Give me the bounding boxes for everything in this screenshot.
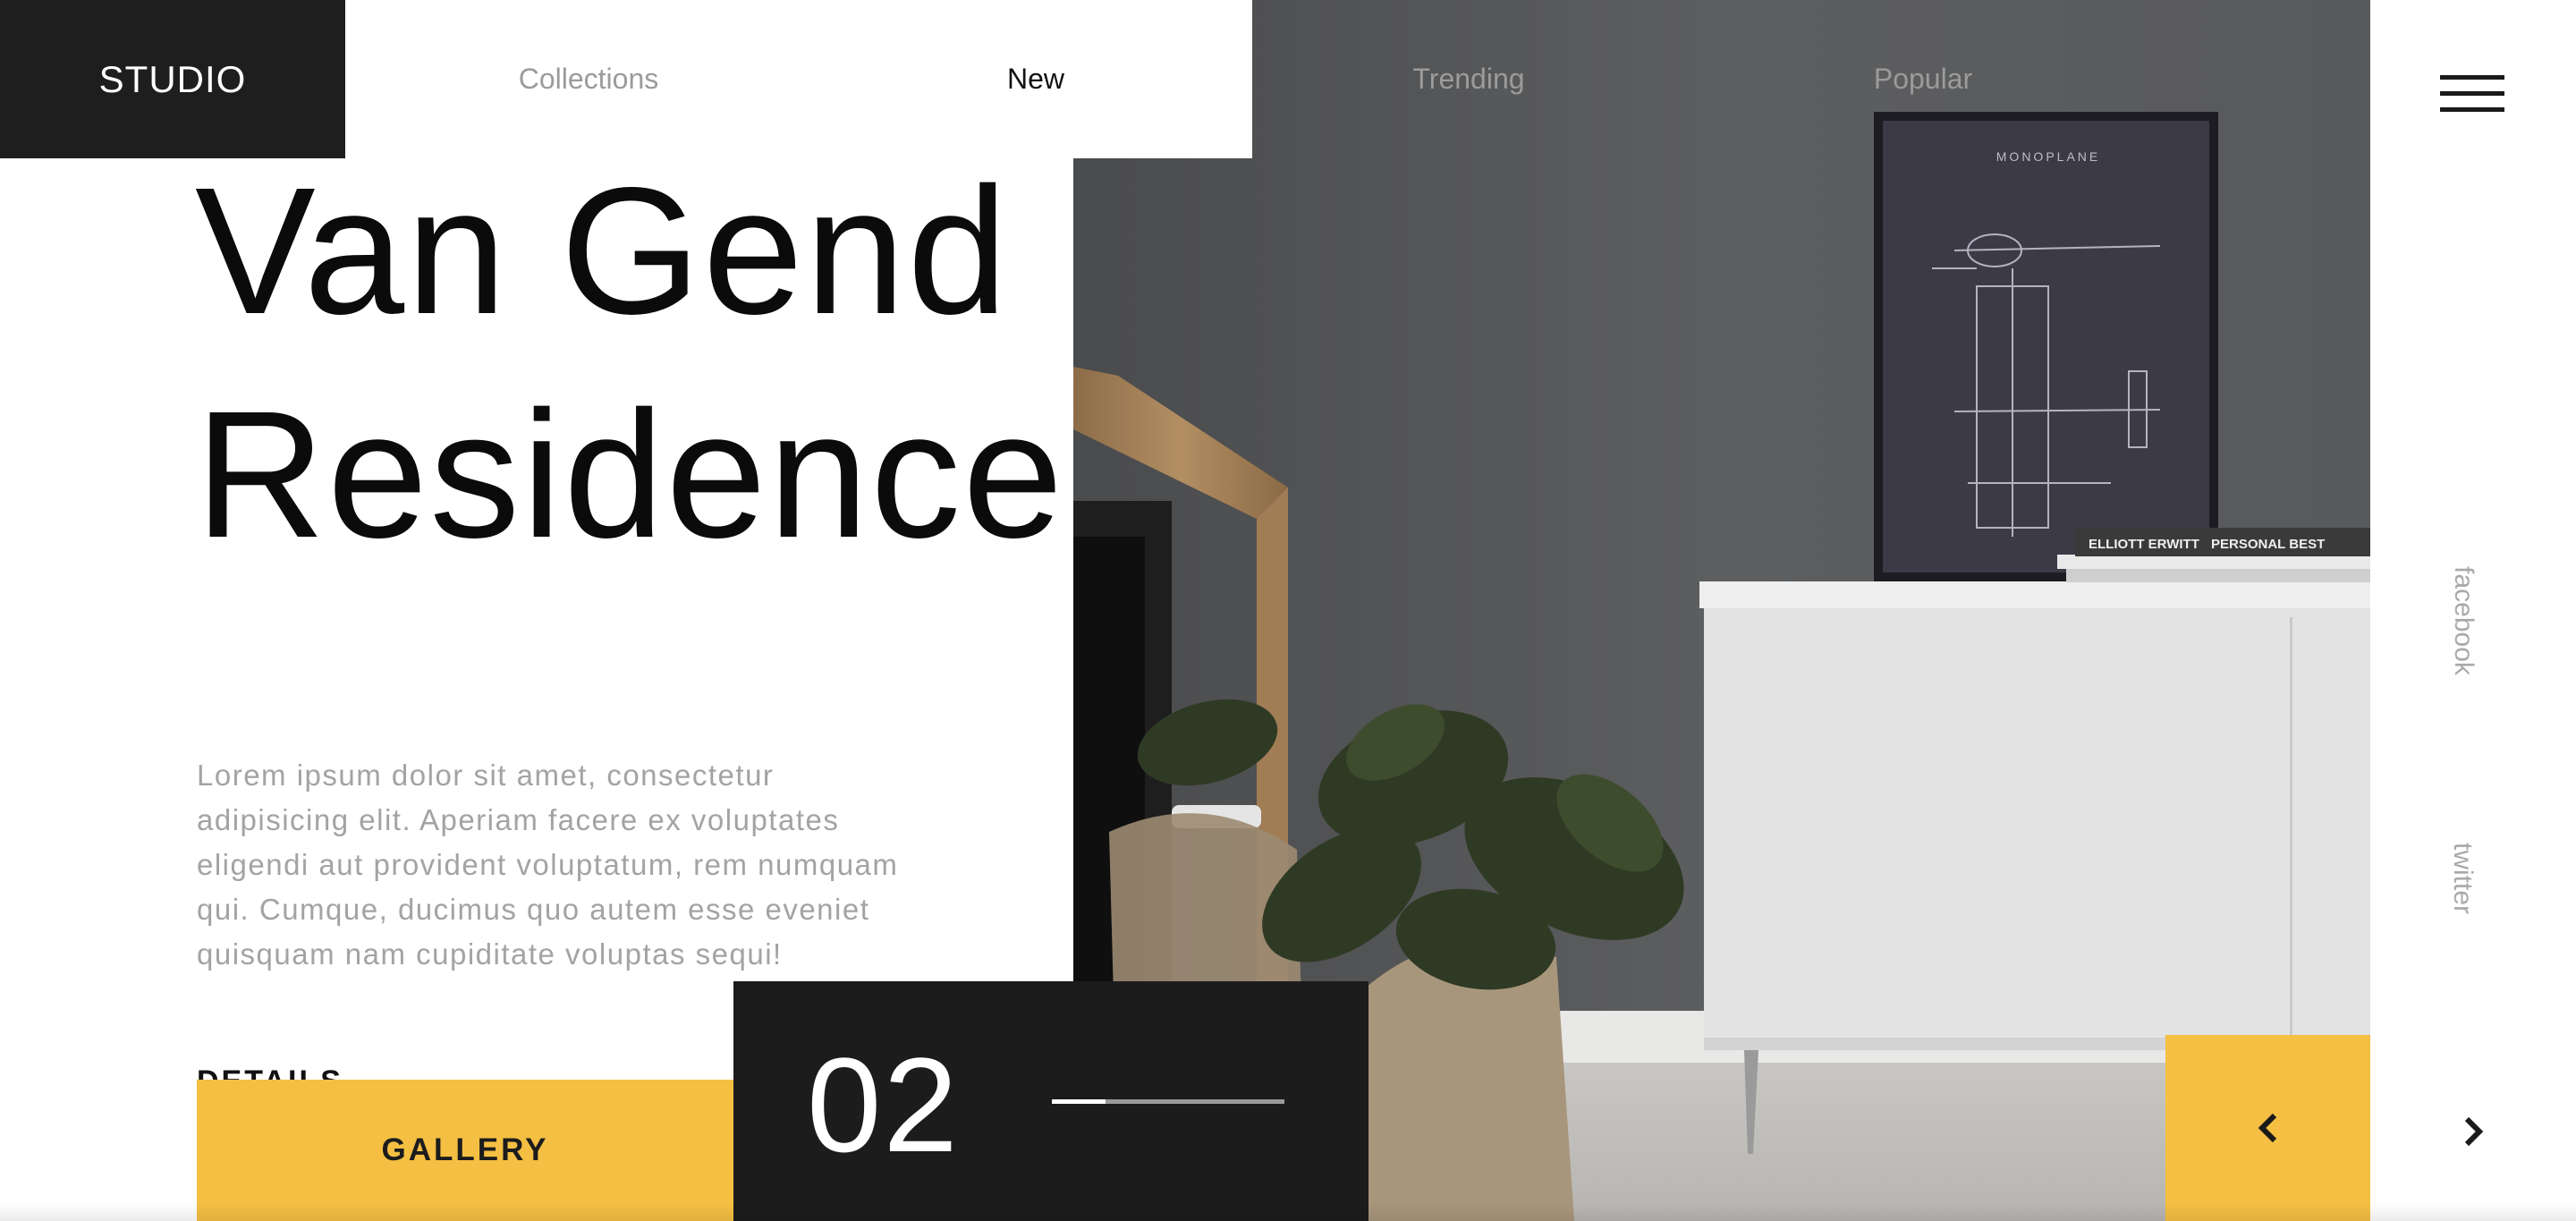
- brand-logo[interactable]: STUDIO: [0, 0, 345, 158]
- top-nav: Collections New Trending Popular: [345, 0, 1972, 158]
- slide-counter: 02: [733, 981, 1368, 1221]
- nav-item-trending[interactable]: Trending: [1412, 0, 1524, 158]
- book-title-1: ELLIOTT ERWITT: [2089, 537, 2199, 552]
- page-title-line-1: Van Gend: [195, 149, 1010, 352]
- hero-description: Lorem ipsum dolor sit amet, consectetur …: [197, 759, 899, 971]
- slide-progress-fill: [1052, 1099, 1106, 1104]
- slide-progress-bar: [1052, 1099, 1284, 1104]
- page-title: Van Gend Residence: [195, 139, 1064, 586]
- nav-item-new[interactable]: New: [1007, 0, 1064, 158]
- page-title-line-2: Residence: [195, 373, 1065, 575]
- book-title-2: PERSONAL BEST: [2211, 537, 2325, 552]
- gallery-button[interactable]: GALLERY: [197, 1080, 733, 1221]
- chevron-right-icon: [2464, 1116, 2484, 1147]
- prev-slide-button[interactable]: [2165, 1035, 2370, 1221]
- twitter-link[interactable]: twitter: [2447, 843, 2478, 914]
- poster-caption: MONOPLANE: [1996, 149, 2100, 164]
- chevron-left-icon: [2258, 1113, 2276, 1143]
- facebook-link[interactable]: facebook: [2448, 566, 2479, 675]
- slide-number: 02: [807, 1030, 960, 1180]
- hamburger-menu-icon[interactable]: [2440, 75, 2504, 113]
- nav-item-collections[interactable]: Collections: [519, 0, 659, 158]
- next-slide-button[interactable]: [2415, 1096, 2531, 1167]
- nav-item-popular[interactable]: Popular: [1874, 0, 1972, 158]
